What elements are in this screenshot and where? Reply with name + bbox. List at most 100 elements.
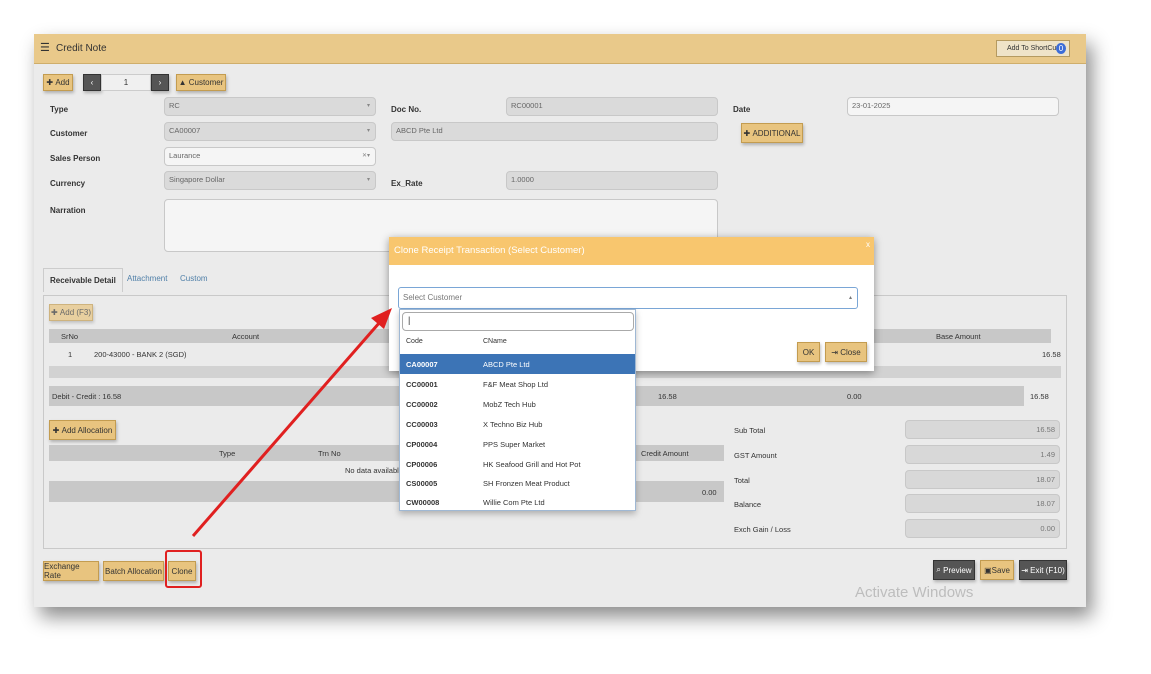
save-label: Save: [991, 565, 1010, 575]
modal-title: Clone Receipt Transaction (Select Custom…: [389, 237, 874, 265]
list-item[interactable]: CC00003 X Techno Biz Hub: [400, 414, 635, 434]
prev-record-button[interactable]: ‹: [83, 74, 101, 91]
add-to-shortcut-button[interactable]: Add To ShortCut 0: [996, 40, 1070, 57]
dropdown-search-input[interactable]: |: [402, 312, 634, 331]
shortcut-label: Add To ShortCut: [1007, 45, 1059, 52]
plus-icon: ✚: [46, 78, 54, 87]
preview-button[interactable]: ⌕ Preview: [933, 560, 975, 580]
salesperson-label: Sales Person: [50, 154, 101, 163]
row-srno: 1: [68, 350, 73, 359]
additional-label: ADDITIONAL: [752, 128, 801, 138]
col-srno: SrNo: [61, 332, 79, 341]
close-icon[interactable]: x: [866, 240, 870, 249]
add-button[interactable]: ✚ Add: [43, 74, 73, 91]
item-name: HK Seafood Grill and Hot Pot: [483, 460, 581, 469]
docno-field[interactable]: RC00001: [506, 97, 718, 116]
item-code: CC00001: [406, 380, 438, 389]
customer-value: CA00007: [169, 126, 201, 135]
clone-highlight-box: [165, 550, 202, 588]
item-name: MobZ Tech Hub: [483, 400, 536, 409]
list-item[interactable]: CS00005 SH Fronzen Meat Product: [400, 473, 635, 493]
currency-select[interactable]: Singapore Dollar ▾: [164, 171, 376, 190]
select-customer-dropdown[interactable]: Select Customer ▴: [398, 287, 858, 309]
shortcut-badge: 0: [1056, 43, 1066, 54]
type-value: RC: [169, 101, 180, 110]
caret-up-icon: ▴: [848, 295, 852, 301]
tab-custom[interactable]: Custom: [180, 274, 208, 283]
clear-dropdown-icon[interactable]: ✕▾: [362, 152, 370, 159]
exchange-rate-button[interactable]: Exchange Rate: [43, 561, 99, 581]
list-item[interactable]: CP00006 HK Seafood Grill and Hot Pot: [400, 454, 635, 474]
exrate-label: Ex_Rate: [391, 179, 423, 188]
activate-windows-watermark: Activate Windows: [855, 584, 974, 601]
ok-button[interactable]: OK: [797, 342, 820, 362]
subtotal-label: Sub Total: [734, 426, 766, 435]
chevron-down-icon: ▾: [366, 128, 370, 134]
chevron-down-icon: ▾: [366, 177, 370, 183]
item-code: CA00007: [406, 360, 438, 369]
preview-label: Preview: [943, 565, 972, 575]
customer-dropdown-list: | Code CName CA00007 ABCD Pte Ltd CC00001…: [399, 309, 636, 511]
total-field: 18.07: [905, 470, 1060, 489]
type-label: Type: [50, 105, 69, 114]
item-name: ABCD Pte Ltd: [483, 360, 530, 369]
currency-value: Singapore Dollar: [169, 175, 225, 184]
additional-button[interactable]: ✚ ADDITIONAL: [741, 123, 803, 143]
exrate-field[interactable]: 1.0000: [506, 171, 718, 190]
add-allocation-button[interactable]: ✚ Add Allocation: [49, 420, 116, 440]
item-code: CC00002: [406, 400, 438, 409]
customer-name-field: ABCD Pte Ltd: [391, 122, 718, 141]
exit-icon: ⇥: [831, 347, 838, 357]
subtotal-field: 16.58: [905, 420, 1060, 439]
add-line-label: Add (F3): [59, 308, 92, 317]
tab-receivable-detail[interactable]: Receivable Detail: [43, 268, 123, 292]
modal-close-button[interactable]: ⇥ Close: [825, 342, 867, 362]
footer-total-1: 16.58: [658, 392, 677, 401]
footer-total-2: 0.00: [847, 392, 862, 401]
date-field[interactable]: 23-01-2025: [847, 97, 1059, 116]
save-icon: ▣: [984, 565, 992, 575]
page-title: Credit Note: [56, 43, 107, 54]
item-name: Willie Com Pte Ltd: [483, 498, 545, 507]
item-code: CC00003: [406, 420, 438, 429]
add-line-button[interactable]: ✚ Add (F3): [49, 304, 93, 321]
chevron-down-icon: ▾: [366, 103, 370, 109]
save-button[interactable]: ▣ Save: [980, 560, 1014, 580]
exch-gain-label: Exch Gain / Loss: [734, 525, 791, 534]
batch-allocation-button[interactable]: Batch Allocation: [103, 561, 164, 581]
select-customer-placeholder: Select Customer: [403, 293, 463, 302]
next-record-button[interactable]: ›: [151, 74, 169, 91]
exit-button[interactable]: ⇥ Exit (F10): [1019, 560, 1067, 580]
col-base-amount: Base Amount: [936, 332, 981, 341]
item-name: X Techno Biz Hub: [483, 420, 543, 429]
salesperson-select[interactable]: Laurance ✕▾: [164, 147, 376, 166]
plus-icon: ✚: [743, 128, 751, 138]
customer-button[interactable]: ▲ Customer: [176, 74, 226, 91]
hamburger-menu-icon[interactable]: ☰: [40, 41, 50, 54]
item-name: SH Fronzen Meat Product: [483, 479, 570, 488]
tab-attachment[interactable]: Attachment: [127, 274, 167, 283]
list-item[interactable]: CA00007 ABCD Pte Ltd: [400, 354, 635, 374]
date-label: Date: [733, 105, 751, 114]
item-code: CP00004: [406, 440, 438, 449]
record-number-field[interactable]: 1: [101, 74, 151, 91]
list-item[interactable]: CP00004 PPS Super Market: [400, 434, 635, 454]
col-trn-no: Trn No: [318, 449, 341, 458]
list-item[interactable]: CC00001 F&F Meat Shop Ltd: [400, 374, 635, 394]
item-code: CP00006: [406, 460, 438, 469]
chevron-left-icon: ‹: [90, 78, 94, 87]
customer-button-label: Customer: [188, 78, 224, 87]
customer-select[interactable]: CA00007 ▾: [164, 122, 376, 141]
no-data-text: No data available: [345, 466, 403, 475]
customer-label: Customer: [50, 129, 88, 138]
list-item[interactable]: CC00002 MobZ Tech Hub: [400, 394, 635, 414]
col-account: Account: [232, 332, 260, 341]
item-code: CS00005: [406, 479, 438, 488]
search-icon: ⌕: [936, 565, 941, 574]
salesperson-value: Laurance: [169, 151, 201, 160]
col-type: Type: [219, 449, 236, 458]
item-name: F&F Meat Shop Ltd: [483, 380, 549, 389]
list-item[interactable]: CW00008 Willie Com Pte Ltd: [400, 492, 635, 512]
col-code: Code: [406, 338, 423, 345]
type-select[interactable]: RC ▾: [164, 97, 376, 116]
